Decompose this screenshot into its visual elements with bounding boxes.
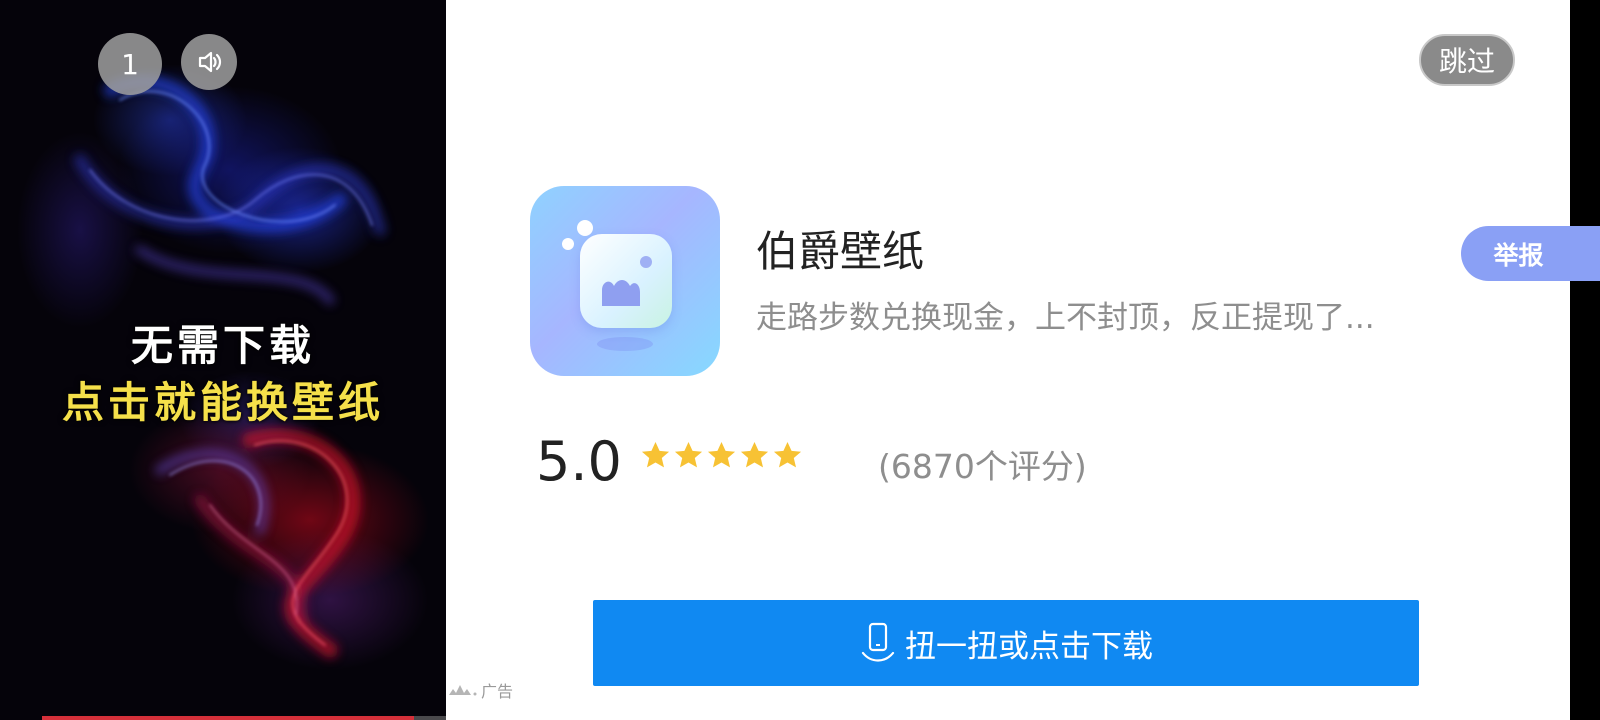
rating-value: 5.0 bbox=[536, 430, 622, 493]
star-icon bbox=[641, 441, 670, 468]
ad-label-text: 广告 bbox=[481, 682, 514, 701]
ad-label: 广告 bbox=[448, 678, 513, 702]
star-icon bbox=[674, 441, 703, 468]
rating-stars bbox=[640, 440, 803, 471]
star-icon bbox=[707, 441, 736, 468]
skip-button[interactable]: 跳过 bbox=[1419, 34, 1515, 86]
app-description: 走路步数兑换现金，上不封顶，反正提现了... bbox=[756, 300, 1375, 336]
video-progress-fill bbox=[42, 716, 414, 720]
report-button-label: 举报 bbox=[1493, 240, 1544, 270]
caption-line-2: 点击就能换壁纸 bbox=[61, 378, 384, 427]
app-name: 伯爵壁纸 bbox=[756, 227, 925, 276]
ad-network-logo-icon bbox=[449, 685, 477, 696]
skip-button-label: 跳过 bbox=[1438, 45, 1495, 78]
app-icon[interactable] bbox=[530, 186, 720, 376]
video-caption: 无需下载 点击就能换壁纸 bbox=[0, 318, 446, 432]
ad-page-counter: 1 bbox=[98, 33, 162, 95]
phone-shake-icon bbox=[861, 622, 895, 662]
rating-count: (6870个评分) bbox=[878, 447, 1087, 486]
video-panel[interactable]: 1 无需下载 点击就能换壁纸 bbox=[0, 0, 446, 720]
screen-edge bbox=[1570, 0, 1600, 720]
ad-panel: 跳过 伯爵壁纸 走路步数兑换现金，上不封顶，反正提现了... 5.0 (6870… bbox=[446, 0, 1570, 720]
video-progress-bar bbox=[42, 716, 446, 720]
star-icon bbox=[773, 441, 802, 468]
download-button-label: 扭一扭或点击下载 bbox=[905, 628, 1153, 665]
picture-icon bbox=[602, 256, 652, 306]
caption-line-1: 无需下载 bbox=[130, 321, 315, 370]
download-button[interactable]: 扭一扭或点击下载 bbox=[593, 600, 1419, 686]
sound-toggle-button[interactable] bbox=[181, 34, 237, 90]
ad-page-counter-text: 1 bbox=[121, 47, 139, 81]
speaker-icon bbox=[198, 51, 222, 73]
report-button[interactable]: 举报 bbox=[1461, 226, 1600, 281]
star-icon bbox=[740, 441, 769, 468]
app-icon-card bbox=[580, 234, 672, 328]
ad-screen: 1 无需下载 点击就能换壁纸 跳过 伯爵壁纸 走路步数兑换现金，上不封顶，反正提… bbox=[0, 0, 1600, 720]
